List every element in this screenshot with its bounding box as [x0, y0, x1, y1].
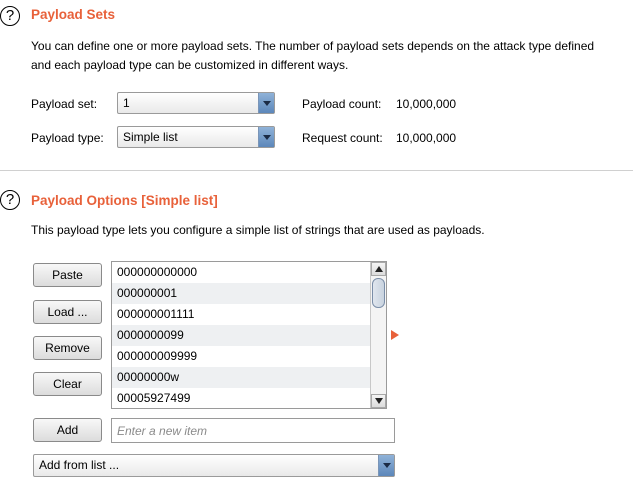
request-count-label: Request count:: [302, 131, 383, 145]
list-item[interactable]: 0000000099: [112, 325, 371, 346]
list-scrollbar[interactable]: [370, 262, 386, 408]
new-item-input[interactable]: [112, 419, 394, 442]
list-item[interactable]: 000000000000: [112, 262, 371, 283]
add-button[interactable]: Add: [33, 418, 102, 442]
payload-type-label: Payload type:: [31, 131, 104, 145]
payload-options-description: This payload type lets you configure a s…: [31, 223, 485, 237]
payload-count-label: Payload count:: [302, 97, 382, 111]
scroll-thumb[interactable]: [372, 278, 385, 308]
chevron-down-icon: [258, 127, 274, 147]
payload-sets-title: Payload Sets: [31, 7, 116, 22]
payload-sets-description-line2: and each payload type can be customized …: [31, 58, 349, 72]
add-from-list-label: Add from list ...: [39, 458, 120, 472]
payload-type-value: Simple list: [123, 130, 178, 144]
list-item[interactable]: 00005927499: [112, 388, 371, 408]
chevron-down-icon: [258, 93, 274, 113]
scroll-up-icon[interactable]: [371, 262, 386, 276]
payload-list[interactable]: 000000000000 000000001 000000001111 0000…: [111, 261, 387, 409]
payload-set-label: Payload set:: [31, 97, 98, 111]
chevron-down-icon: [378, 455, 394, 476]
help-icon[interactable]: ?: [0, 6, 20, 26]
list-item[interactable]: 00000000w: [112, 367, 371, 388]
expand-arrow-icon[interactable]: [391, 330, 399, 340]
paste-button[interactable]: Paste: [33, 263, 102, 287]
request-count-value: 10,000,000: [396, 131, 457, 145]
payload-set-value: 1: [123, 96, 130, 110]
payload-options-title: Payload Options [Simple list]: [31, 193, 218, 208]
scroll-down-icon[interactable]: [371, 394, 386, 408]
help-icon[interactable]: ?: [0, 190, 20, 210]
list-item[interactable]: 000000009999: [112, 346, 371, 367]
payload-set-select[interactable]: 1: [117, 92, 275, 114]
remove-button[interactable]: Remove: [33, 336, 102, 360]
payload-type-select[interactable]: Simple list: [117, 126, 275, 148]
list-item[interactable]: 000000001: [112, 283, 371, 304]
add-from-list-select[interactable]: Add from list ...: [33, 454, 395, 477]
new-item-field[interactable]: [111, 418, 395, 443]
load-button[interactable]: Load ...: [33, 300, 102, 324]
clear-button[interactable]: Clear: [33, 372, 102, 396]
section-divider: [0, 170, 633, 171]
payload-count-value: 10,000,000: [396, 97, 457, 111]
payload-sets-description-line1: You can define one or more payload sets.…: [31, 39, 595, 53]
list-item[interactable]: 000000001111: [112, 304, 371, 325]
